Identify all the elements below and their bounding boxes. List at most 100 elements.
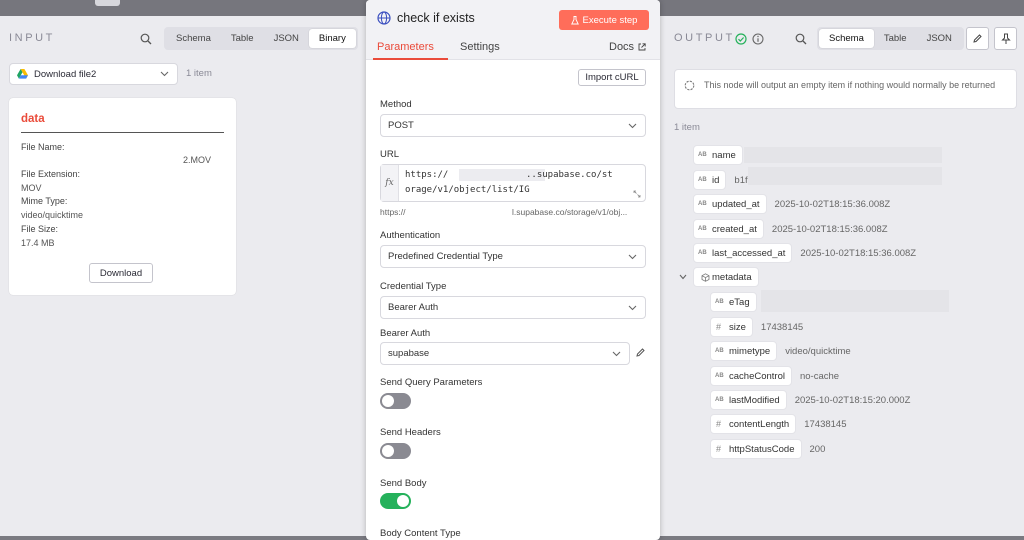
schema-key-lastmodified[interactable]: AB lastModified bbox=[710, 390, 787, 410]
input-tab-table[interactable]: Table bbox=[221, 29, 264, 48]
edit-output-button[interactable] bbox=[966, 27, 989, 50]
schema-field-lastmodified: AB lastModified 2025-10-02T18:15:20.000Z bbox=[710, 390, 910, 410]
schema-key-size[interactable]: # size bbox=[710, 317, 753, 337]
output-title: OUTPUT bbox=[674, 32, 735, 44]
body-content-type-label: Body Content Type bbox=[380, 528, 461, 539]
schema-field-httpstatuscode: # httpStatusCode 200 bbox=[710, 439, 825, 459]
schema-value: 2025-10-02T18:15:20.000Z bbox=[794, 394, 911, 406]
input-tab-schema[interactable]: Schema bbox=[166, 29, 221, 48]
schema-key-httpstatuscode[interactable]: # httpStatusCode bbox=[710, 439, 802, 459]
node-title[interactable]: check if exists bbox=[397, 11, 475, 25]
schema-key-label: mimetype bbox=[729, 345, 771, 357]
schema-key-name[interactable]: AB name bbox=[693, 145, 743, 165]
file-size-value: 17.4 MB bbox=[21, 238, 55, 248]
canvas-handle bbox=[95, 0, 120, 6]
schema-field-id: AB id b1f bbox=[693, 170, 748, 190]
pin-output-button[interactable] bbox=[994, 27, 1017, 50]
schema-key-label: contentLength bbox=[729, 418, 790, 430]
schema-key-contentlength[interactable]: # contentLength bbox=[710, 414, 797, 434]
docs-link[interactable]: Docs bbox=[609, 41, 646, 53]
schema-key-label: eTag bbox=[729, 296, 750, 308]
output-item-count: 1 item bbox=[674, 122, 700, 133]
method-select[interactable]: POST bbox=[380, 114, 646, 137]
input-tab-binary[interactable]: Binary bbox=[308, 29, 356, 48]
send-headers-toggle[interactable] bbox=[380, 443, 411, 459]
output-tab-schema[interactable]: Schema bbox=[819, 29, 874, 48]
schema-field-metadata: metadata bbox=[677, 267, 759, 287]
import-curl-button[interactable]: Import cURL bbox=[578, 69, 646, 86]
url-label: URL bbox=[380, 149, 400, 160]
schema-field-created-at: AB created_at 2025-10-02T18:15:36.008Z bbox=[693, 219, 888, 239]
input-view-tabs: Schema Table JSON Binary bbox=[164, 27, 358, 50]
expand-editor-icon[interactable] bbox=[633, 190, 641, 198]
search-icon[interactable] bbox=[140, 33, 152, 45]
method-label: Method bbox=[380, 99, 412, 110]
edit-credential-icon[interactable] bbox=[635, 347, 646, 358]
schema-key-id[interactable]: AB id bbox=[693, 170, 727, 190]
toggle-knob bbox=[382, 395, 394, 407]
string-type-icon: AB bbox=[698, 226, 707, 232]
string-type-icon: AB bbox=[698, 177, 707, 183]
credential-type-value: Bearer Auth bbox=[388, 302, 439, 313]
schema-key-updated-at[interactable]: AB updated_at bbox=[693, 194, 767, 214]
schema-key-cachecontrol[interactable]: AB cacheControl bbox=[710, 366, 792, 386]
node-settings-panel: check if exists Execute step Parameters … bbox=[366, 0, 660, 540]
bearer-auth-select[interactable]: supabase bbox=[380, 342, 630, 365]
file-name-label: File Name: bbox=[21, 142, 65, 152]
input-tab-json[interactable]: JSON bbox=[264, 29, 309, 48]
string-type-icon: AB bbox=[715, 348, 724, 354]
schema-key-last-accessed-at[interactable]: AB last_accessed_at bbox=[693, 243, 793, 263]
output-tab-table[interactable]: Table bbox=[874, 29, 917, 48]
send-body-label: Send Body bbox=[380, 478, 427, 489]
schema-field-contentlength: # contentLength 17438145 bbox=[710, 414, 847, 434]
execute-step-label: Execute step bbox=[582, 14, 638, 26]
schema-field-mimetype: AB mimetype video/quicktime bbox=[710, 341, 851, 361]
schema-field-last-accessed-at: AB last_accessed_at 2025-10-02T18:15:36.0… bbox=[693, 243, 916, 263]
schema-key-metadata[interactable]: metadata bbox=[693, 267, 759, 287]
send-query-toggle[interactable] bbox=[380, 393, 411, 409]
number-type-icon: # bbox=[716, 419, 722, 429]
credential-type-select[interactable]: Bearer Auth bbox=[380, 296, 646, 319]
input-title: INPUT bbox=[9, 32, 55, 44]
toggle-knob bbox=[382, 445, 394, 457]
authentication-select[interactable]: Predefined Credential Type bbox=[380, 245, 646, 268]
authentication-value: Predefined Credential Type bbox=[388, 251, 503, 262]
bearer-auth-value: supabase bbox=[388, 348, 430, 359]
object-type-icon bbox=[698, 272, 712, 282]
output-search-icon[interactable] bbox=[795, 33, 807, 45]
docs-label: Docs bbox=[609, 41, 635, 53]
fx-badge: fx bbox=[381, 165, 399, 201]
binary-property-name: data bbox=[21, 113, 45, 125]
tab-settings[interactable]: Settings bbox=[460, 41, 500, 53]
schema-key-label: httpStatusCode bbox=[729, 443, 795, 455]
empty-output-icon bbox=[684, 80, 695, 91]
url-line-2: orage/v1/object/list/IG bbox=[405, 185, 530, 195]
schema-value: 200 bbox=[809, 443, 826, 455]
send-body-toggle[interactable] bbox=[380, 493, 411, 509]
active-tab-indicator bbox=[373, 58, 448, 60]
chevron-down-icon bbox=[628, 254, 637, 260]
string-type-icon: AB bbox=[715, 397, 724, 403]
source-node-select[interactable]: Download file2 bbox=[9, 63, 178, 85]
app-root: INPUT Schema Table JSON Binary Download … bbox=[0, 0, 1024, 540]
output-tab-json[interactable]: JSON bbox=[917, 29, 962, 48]
number-type-icon: # bbox=[716, 444, 722, 454]
schema-key-etag[interactable]: AB eTag bbox=[710, 292, 757, 312]
schema-value: 2025-10-02T18:15:36.008Z bbox=[771, 223, 888, 235]
file-extension-label: File Extension: bbox=[21, 169, 81, 179]
bearer-auth-label: Bearer Auth bbox=[380, 328, 431, 339]
chevron-down-icon bbox=[628, 123, 637, 129]
info-icon[interactable] bbox=[752, 33, 764, 45]
string-type-icon: AB bbox=[715, 299, 724, 305]
download-button[interactable]: Download bbox=[89, 263, 153, 283]
string-type-icon: AB bbox=[698, 152, 707, 158]
schema-key-created-at[interactable]: AB created_at bbox=[693, 219, 764, 239]
tab-parameters[interactable]: Parameters bbox=[377, 41, 434, 53]
execute-step-button[interactable]: Execute step bbox=[559, 10, 649, 30]
url-expression-field[interactable]: fx https:// ..supabase.co/st orage/v1/ob… bbox=[380, 164, 646, 202]
mime-type-value: video/quicktime bbox=[21, 210, 84, 220]
schema-key-mimetype[interactable]: AB mimetype bbox=[710, 341, 778, 361]
string-type-icon: AB bbox=[698, 250, 707, 256]
chevron-down-icon[interactable] bbox=[677, 274, 689, 280]
input-panel: INPUT Schema Table JSON Binary Download … bbox=[0, 16, 366, 536]
